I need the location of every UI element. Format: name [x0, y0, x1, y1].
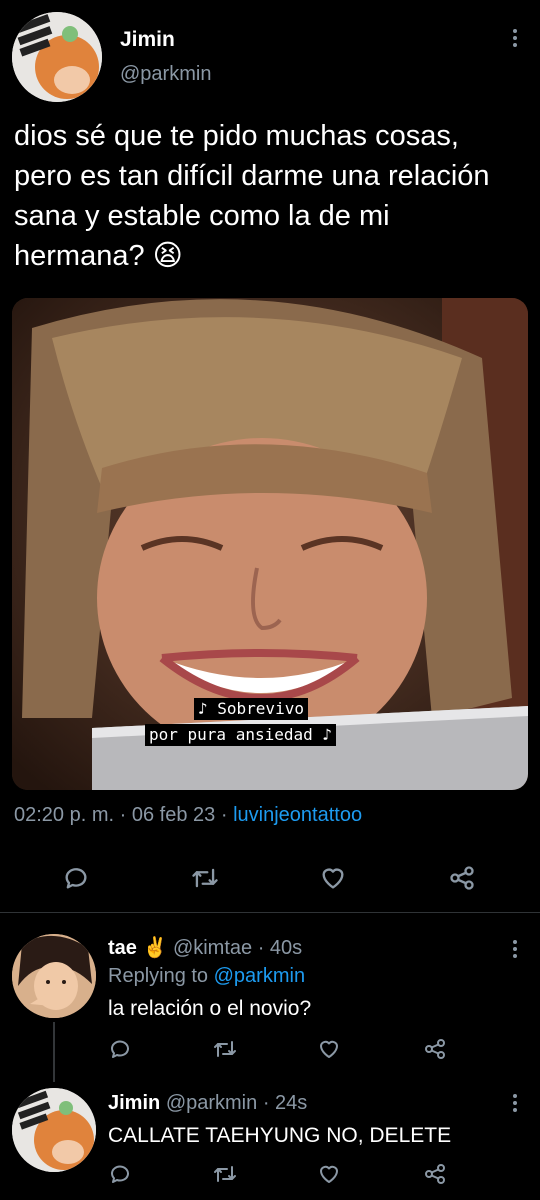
- more-options-icon[interactable]: [512, 29, 518, 47]
- reply-icon: [111, 1165, 129, 1183]
- reply-2-share-button[interactable]: [423, 1162, 447, 1191]
- main-like-button[interactable]: [318, 864, 348, 897]
- main-reply-button[interactable]: [62, 864, 90, 897]
- meta-separator: ·: [119, 804, 127, 826]
- section-divider: [0, 912, 540, 913]
- reply-2-age: · 24s: [262, 1092, 308, 1114]
- like-icon: [322, 868, 344, 889]
- reply-icon: [65, 868, 87, 889]
- replying-to-line: Replying to @parkmin: [108, 965, 305, 988]
- tweet-time: 02:20 p. m.: [14, 804, 115, 826]
- tweet-source-link[interactable]: luvinjeontattoo: [233, 804, 362, 826]
- reply-1-retweet-button[interactable]: [212, 1037, 238, 1066]
- like-icon: [320, 1165, 338, 1183]
- more-options-icon[interactable]: [512, 1094, 518, 1112]
- avatar-image: [12, 934, 96, 1018]
- reply-2-header: Jimin @parkmin · 24s: [108, 1092, 307, 1115]
- reply-2-author-name[interactable]: Jimin: [108, 1092, 160, 1114]
- share-icon: [425, 1164, 445, 1184]
- retweet-icon: [192, 868, 218, 888]
- avatar-image: [12, 12, 102, 102]
- more-options-icon[interactable]: [512, 940, 518, 958]
- reply-2-retweet-button[interactable]: [212, 1162, 238, 1191]
- subtitle-line-2: por pura ansiedad ♪: [145, 724, 337, 746]
- reply-1-reply-button[interactable]: [108, 1037, 132, 1066]
- like-icon: [320, 1040, 338, 1058]
- reply-2-like-button[interactable]: [316, 1162, 342, 1191]
- reply-1-author-name[interactable]: tae: [108, 937, 137, 959]
- reply-2-author-avatar[interactable]: [12, 1088, 96, 1172]
- reply-2-author-handle[interactable]: @parkmin: [166, 1092, 257, 1114]
- reply-1-share-button[interactable]: [423, 1037, 447, 1066]
- victory-hand-emoji: ✌️: [142, 937, 168, 959]
- replying-to-label: Replying to: [108, 965, 209, 987]
- retweet-icon: [214, 1041, 236, 1057]
- subtitle-line-1: ♪ Sobrevivo: [194, 698, 308, 720]
- main-author-avatar[interactable]: [12, 12, 102, 102]
- reply-icon: [111, 1040, 129, 1058]
- reply-1-header: tae ✌️ @kimtae · 40s: [108, 935, 302, 960]
- meta-separator: ·: [220, 804, 228, 826]
- reply-2-text: CALLATE TAEHYUNG NO, DELETE: [108, 1124, 452, 1147]
- tweet-date: 06 feb 23: [131, 804, 216, 826]
- main-author-handle[interactable]: @parkmin: [120, 63, 211, 86]
- reply-2-reply-button[interactable]: [108, 1162, 132, 1191]
- share-icon: [450, 866, 474, 890]
- reply-1-age: · 40s: [257, 937, 303, 959]
- tweet-media-image[interactable]: ♪ Sobrevivo por pura ansiedad ♪: [12, 298, 528, 790]
- reply-1-text: la relación o el novio?: [108, 997, 312, 1020]
- main-tweet-text: dios sé que te pido muchas cosas, pero e…: [14, 120, 490, 272]
- reply-author-avatar[interactable]: [12, 934, 96, 1018]
- tweet-meta-line: 02:20 p. m. · 06 feb 23 · luvinjeontatto…: [14, 804, 362, 827]
- main-retweet-button[interactable]: [190, 864, 220, 897]
- share-icon: [425, 1039, 445, 1059]
- main-author-name[interactable]: Jimin: [120, 28, 175, 52]
- avatar-image: [12, 1088, 96, 1172]
- retweet-icon: [214, 1166, 236, 1182]
- thread-line: [53, 1022, 55, 1082]
- replying-to-handle[interactable]: @parkmin: [214, 965, 305, 987]
- reply-1-like-button[interactable]: [316, 1037, 342, 1066]
- main-share-button[interactable]: [448, 864, 476, 897]
- reply-1-author-handle[interactable]: @kimtae: [173, 937, 252, 959]
